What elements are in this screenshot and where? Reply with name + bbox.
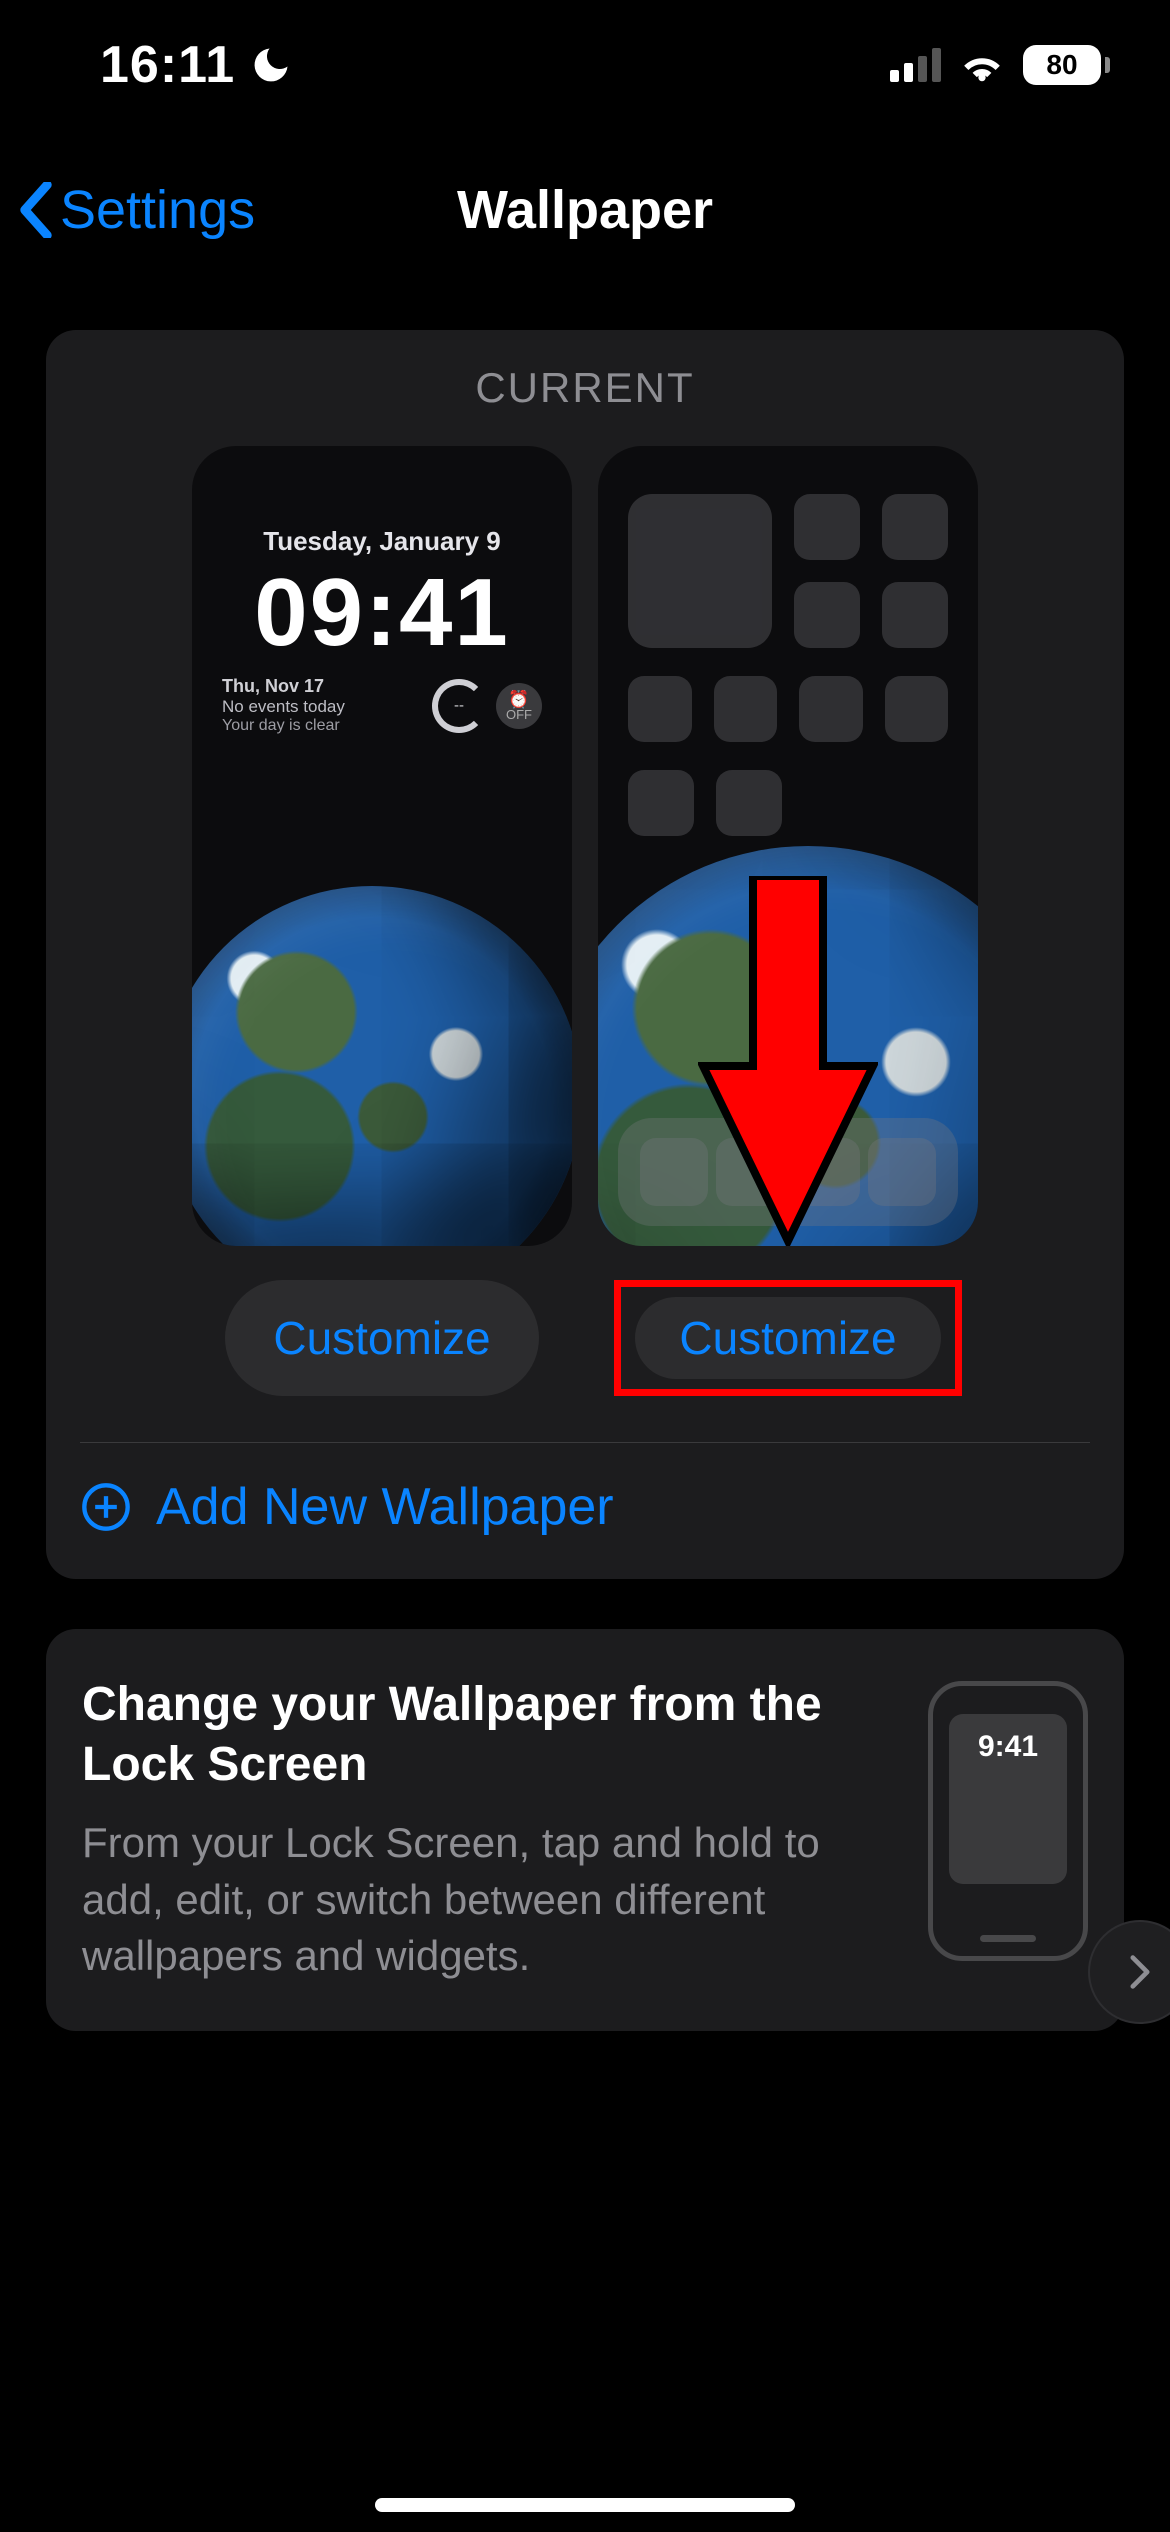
app-widget-placeholder	[628, 494, 772, 648]
app-icon-placeholder	[882, 494, 948, 560]
app-icon-placeholder	[628, 676, 692, 742]
add-new-wallpaper-button[interactable]: Add New Wallpaper	[76, 1443, 1094, 1579]
current-wallpaper-card: CURRENT Tuesday, January 9 09:41 Thu, No…	[46, 330, 1124, 1579]
calendar-widget-icon: Thu, Nov 17 No events today Your day is …	[222, 676, 422, 735]
tip-phone-time: 9:41	[933, 1730, 1083, 1764]
app-icon-placeholder	[792, 1138, 860, 1206]
lock-screen-tip-card: Change your Wallpaper from the Lock Scre…	[46, 1629, 1124, 2031]
customize-home-screen-button[interactable]: Customize	[635, 1297, 940, 1379]
section-header-current: CURRENT	[76, 364, 1094, 412]
app-icon-placeholder	[628, 770, 694, 836]
lock-preview-widgets: Thu, Nov 17 No events today Your day is …	[222, 676, 542, 735]
wallpaper-previews: Tuesday, January 9 09:41 Thu, Nov 17 No …	[76, 446, 1094, 1246]
home-screen-preview[interactable]	[598, 446, 978, 1246]
app-icon-placeholder	[799, 676, 863, 742]
alarm-widget-icon: ⏰ OFF	[496, 683, 542, 729]
app-icon-placeholder	[716, 770, 782, 836]
cellular-signal-icon	[890, 48, 941, 82]
home-indicator[interactable]	[375, 2498, 795, 2512]
customize-buttons-row: Customize Customize	[76, 1280, 1094, 1442]
activity-ring-icon	[432, 679, 486, 733]
annotation-highlight-box: Customize	[614, 1280, 961, 1396]
back-label: Settings	[60, 179, 255, 241]
add-new-wallpaper-label: Add New Wallpaper	[156, 1477, 614, 1537]
app-icon-placeholder	[885, 676, 949, 742]
lock-preview-date: Tuesday, January 9	[192, 526, 572, 557]
app-icon-placeholder	[794, 494, 860, 560]
lock-screen-preview[interactable]: Tuesday, January 9 09:41 Thu, Nov 17 No …	[192, 446, 572, 1246]
app-icon-placeholder	[794, 582, 860, 648]
customize-lock-screen-button[interactable]: Customize	[225, 1280, 538, 1396]
status-left: 16:11	[100, 35, 293, 95]
app-icon-placeholder	[882, 582, 948, 648]
tip-title: Change your Wallpaper from the Lock Scre…	[82, 1675, 898, 1795]
plus-circle-icon	[80, 1481, 132, 1533]
chevron-right-icon	[1122, 1954, 1158, 1990]
do-not-disturb-icon	[249, 43, 293, 87]
content-scroll[interactable]: CURRENT Tuesday, January 9 09:41 Thu, No…	[0, 330, 1170, 2532]
home-preview-dock	[618, 1118, 958, 1226]
wifi-icon	[959, 42, 1005, 88]
lock-preview-time: 09:41	[192, 558, 572, 668]
status-bar: 16:11 80	[0, 0, 1170, 130]
tip-body: From your Lock Screen, tap and hold to a…	[82, 1815, 898, 1985]
battery-indicator: 80	[1023, 45, 1110, 85]
earth-wallpaper-icon	[192, 886, 572, 1246]
battery-percentage: 80	[1023, 45, 1101, 85]
status-right: 80	[890, 42, 1110, 88]
app-icon-placeholder	[716, 1138, 784, 1206]
app-icon-placeholder	[640, 1138, 708, 1206]
status-time: 16:11	[100, 35, 235, 95]
app-icon-placeholder	[868, 1138, 936, 1206]
back-button[interactable]: Settings	[18, 179, 255, 241]
tip-phone-illustration-icon: 9:41	[928, 1681, 1088, 1961]
navigation-bar: Settings Wallpaper	[0, 160, 1170, 260]
home-preview-app-grid	[628, 494, 948, 864]
app-icon-placeholder	[714, 676, 778, 742]
